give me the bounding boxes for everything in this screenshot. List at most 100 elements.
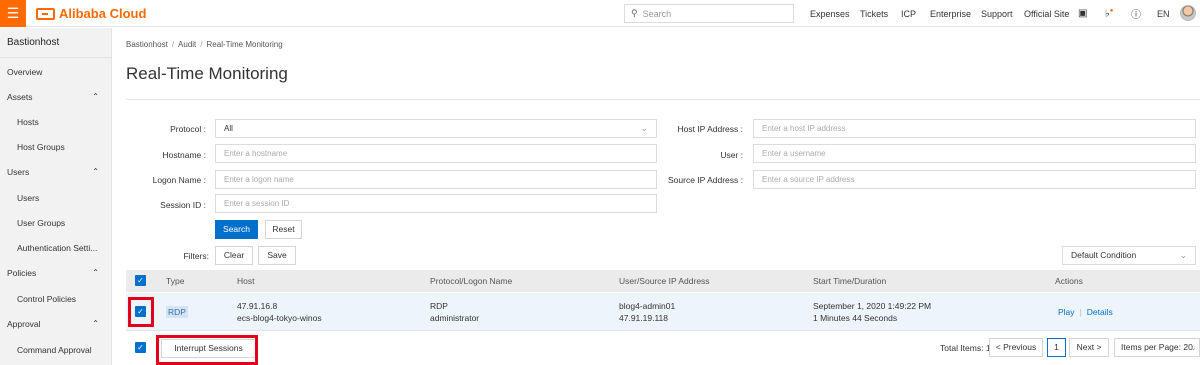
sidebar-title: Bastionhost bbox=[0, 28, 111, 58]
sidebar-group-approval[interactable]: Approval ⌃ bbox=[0, 314, 112, 334]
source-ip-label: Source IP Address : bbox=[668, 175, 743, 185]
column-protocol[interactable]: Protocol/Logon Name bbox=[430, 270, 512, 292]
sidebar-group-policies[interactable]: Policies ⌃ bbox=[0, 263, 112, 283]
sidebar-item-label: Hosts bbox=[17, 117, 39, 127]
clear-filters-button[interactable]: Clear bbox=[215, 246, 253, 265]
nav-official-site[interactable]: Official Site bbox=[1024, 9, 1069, 19]
nav-icp[interactable]: ICP bbox=[901, 9, 916, 19]
sidebar-item-label: Policies bbox=[7, 268, 37, 278]
hostname-input[interactable]: Enter a hostname bbox=[215, 144, 657, 163]
sidebar-item-hosts[interactable]: Hosts bbox=[0, 112, 112, 132]
table-row: ✓ RDP 47.91.16.8 ecs-blog4-tokyo-winos R… bbox=[126, 293, 1200, 331]
divider bbox=[126, 99, 1200, 100]
sidebar-item-label: Host Groups bbox=[17, 142, 65, 152]
nav-tickets[interactable]: Tickets bbox=[860, 9, 888, 19]
nav-enterprise[interactable]: Enterprise bbox=[930, 9, 971, 19]
highlight-row-checkbox bbox=[128, 297, 154, 327]
save-filters-button[interactable]: Save bbox=[258, 246, 296, 265]
session-id-input[interactable]: Enter a session ID bbox=[215, 194, 657, 213]
duration: 1 Minutes 44 Seconds bbox=[813, 313, 898, 323]
user-input[interactable]: Enter a username bbox=[753, 144, 1196, 163]
table-header: ✓ Type Host Protocol/Logon Name User/Sou… bbox=[126, 270, 1200, 292]
protocol-value: All bbox=[224, 124, 233, 133]
chevron-up-icon: ⌃ bbox=[92, 319, 99, 328]
logon-name-input[interactable]: Enter a logon name bbox=[215, 170, 657, 189]
user: blog4-admin01 bbox=[619, 301, 676, 311]
column-start-time[interactable]: Start Time/Duration bbox=[813, 270, 886, 292]
footer-select-all-checkbox[interactable]: ✓ bbox=[135, 342, 146, 353]
highlight-interrupt-button bbox=[156, 335, 258, 365]
breadcrumb-audit[interactable]: Audit bbox=[178, 40, 196, 49]
table-footer: ✓ Interrupt Sessions Total Items: 1 < Pr… bbox=[126, 332, 1200, 365]
chevron-down-icon: ⌄ bbox=[1189, 342, 1197, 352]
condition-select-value: Default Condition bbox=[1071, 250, 1137, 260]
chevron-left-icon: < bbox=[995, 342, 1001, 352]
host-name: ecs-blog4-tokyo-winos bbox=[237, 313, 322, 323]
total-items: Total Items: 1 bbox=[940, 343, 991, 353]
page-title: Real-Time Monitoring bbox=[126, 64, 288, 83]
source-ip: 47.91.19.118 bbox=[619, 313, 668, 323]
sidebar-item-user-groups[interactable]: User Groups bbox=[0, 213, 112, 233]
sidebar-group-assets[interactable]: Assets ⌃ bbox=[0, 87, 112, 107]
user-avatar[interactable] bbox=[1180, 5, 1196, 21]
sidebar-group-users[interactable]: Users ⌃ bbox=[0, 162, 112, 182]
sidebar-item-label: Users bbox=[17, 193, 40, 203]
reset-button[interactable]: Reset bbox=[265, 220, 302, 239]
nav-support[interactable]: Support bbox=[981, 9, 1013, 19]
host-ip-input[interactable]: Enter a host IP address bbox=[753, 119, 1196, 138]
console-icon[interactable]: ▣ bbox=[1078, 8, 1087, 19]
top-navigation-bar: ☰ Alibaba Cloud ⚲ Search Expenses Ticket… bbox=[0, 0, 1200, 27]
column-user-source-ip[interactable]: User/Source IP Address bbox=[619, 270, 710, 292]
start-time: September 1, 2020 1:49:22 PM bbox=[813, 301, 932, 311]
play-link[interactable]: Play bbox=[1058, 307, 1075, 317]
sidebar-item-label: Users bbox=[7, 167, 30, 177]
chevron-right-icon: > bbox=[1096, 342, 1102, 352]
details-link[interactable]: Details bbox=[1087, 307, 1113, 317]
protocol-label: Protocol : bbox=[170, 124, 206, 134]
main-content: Bastionhost / Audit / Real-Time Monitoring R… bbox=[113, 28, 1200, 365]
language-switch[interactable]: EN bbox=[1157, 9, 1170, 19]
protocol-select[interactable]: All ⌄ bbox=[215, 119, 657, 138]
sidebar-item-host-groups[interactable]: Host Groups bbox=[0, 137, 112, 157]
notification-bell-icon[interactable]: ♭● bbox=[1105, 8, 1113, 19]
sidebar-item-label: Assets bbox=[7, 92, 33, 102]
top-nav-links: Expenses Tickets ICP Enterprise Support … bbox=[0, 0, 1200, 27]
chevron-down-icon: ⌄ bbox=[1179, 250, 1187, 260]
type-badge: RDP bbox=[166, 306, 188, 318]
help-icon[interactable]: ⓘ bbox=[1131, 6, 1141, 21]
search-button[interactable]: Search bbox=[215, 220, 258, 239]
condition-select[interactable]: Default Condition ⌄ bbox=[1062, 246, 1196, 265]
next-page-button[interactable]: Next > bbox=[1069, 338, 1109, 357]
previous-page-button[interactable]: < Previous bbox=[989, 338, 1043, 357]
sidebar-item-authentication-settings[interactable]: Authentication Setti... bbox=[0, 238, 112, 258]
page-1-button[interactable]: 1 bbox=[1047, 338, 1066, 357]
host-ip: 47.91.16.8 bbox=[237, 301, 278, 311]
column-host[interactable]: Host bbox=[237, 270, 254, 292]
sidebar-item-overview[interactable]: Overview bbox=[0, 62, 112, 82]
sidebar-item-label: Command Approval bbox=[17, 345, 92, 355]
row-actions: Play | Details bbox=[1058, 307, 1113, 317]
column-actions: Actions bbox=[1055, 276, 1083, 286]
chevron-down-icon: ⌄ bbox=[640, 123, 648, 133]
column-type[interactable]: Type bbox=[166, 270, 184, 292]
select-all-checkbox[interactable]: ✓ bbox=[135, 275, 146, 286]
chevron-up-icon: ⌃ bbox=[92, 167, 99, 176]
host-ip-label: Host IP Address : bbox=[677, 124, 743, 134]
sidebar-item-command-approval[interactable]: Command Approval bbox=[0, 340, 112, 360]
items-per-page-select[interactable]: Items per Page: 20 ⌄ bbox=[1114, 338, 1200, 357]
sidebar-item-label: Overview bbox=[7, 67, 43, 77]
nav-expenses[interactable]: Expenses bbox=[810, 9, 850, 19]
sidebar-item-label: User Groups bbox=[17, 218, 66, 228]
sidebar-item-label: Authentication Setti... bbox=[17, 243, 98, 253]
logon-name: administrator bbox=[430, 313, 480, 323]
previous-label: Previous bbox=[1003, 342, 1037, 352]
breadcrumb-bastionhost[interactable]: Bastionhost bbox=[126, 40, 168, 49]
sidebar-item-label: Control Policies bbox=[17, 294, 77, 304]
sidebar-item-users[interactable]: Users bbox=[0, 188, 112, 208]
breadcrumb-current: Real-Time Monitoring bbox=[206, 40, 283, 49]
protocol: RDP bbox=[430, 301, 448, 311]
chevron-up-icon: ⌃ bbox=[92, 268, 99, 277]
sidebar-item-control-policies[interactable]: Control Policies bbox=[0, 289, 112, 309]
sidebar-item-label: Approval bbox=[7, 319, 41, 329]
source-ip-input[interactable]: Enter a source IP address bbox=[753, 170, 1196, 189]
